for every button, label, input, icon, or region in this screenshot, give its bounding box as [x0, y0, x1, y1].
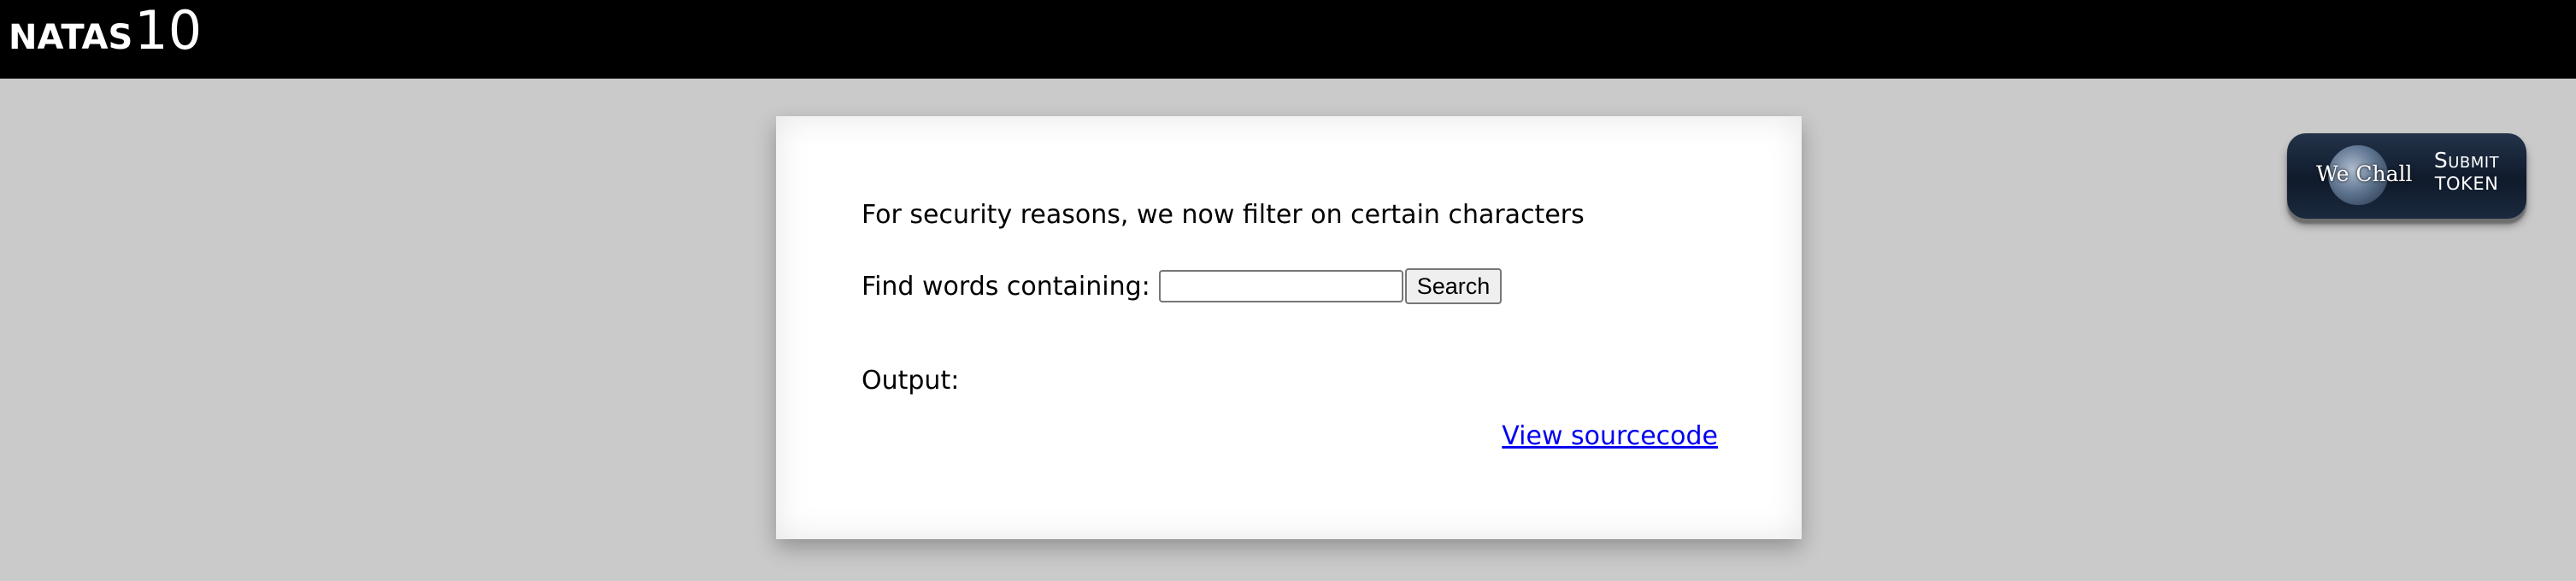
- filter-notice: For security reasons, we now filter on c…: [862, 200, 1585, 230]
- site-brand: NATAS 10: [9, 0, 202, 79]
- token-label: token: [2434, 173, 2499, 194]
- submit-label: Submit: [2433, 148, 2500, 173]
- submit-token-label: Submit token: [2415, 148, 2518, 194]
- search-input[interactable]: [1158, 270, 1403, 302]
- view-sourcecode-link[interactable]: View sourcecode: [1502, 421, 1718, 451]
- search-label: Find words containing:: [862, 271, 1150, 302]
- content-panel: For security reasons, we now filter on c…: [776, 116, 1802, 539]
- top-bar: NATAS 10: [0, 0, 2576, 79]
- search-button[interactable]: Search: [1404, 268, 1503, 304]
- wechall-logo: We Chall: [2316, 161, 2413, 186]
- search-form: Find words containing: Search: [862, 268, 1503, 304]
- brand-level: 10: [134, 0, 203, 62]
- brand-name: NATAS: [9, 18, 133, 57]
- wechall-submit-token-button[interactable]: We Chall Submit token: [2287, 133, 2526, 219]
- output-label: Output:: [862, 366, 960, 396]
